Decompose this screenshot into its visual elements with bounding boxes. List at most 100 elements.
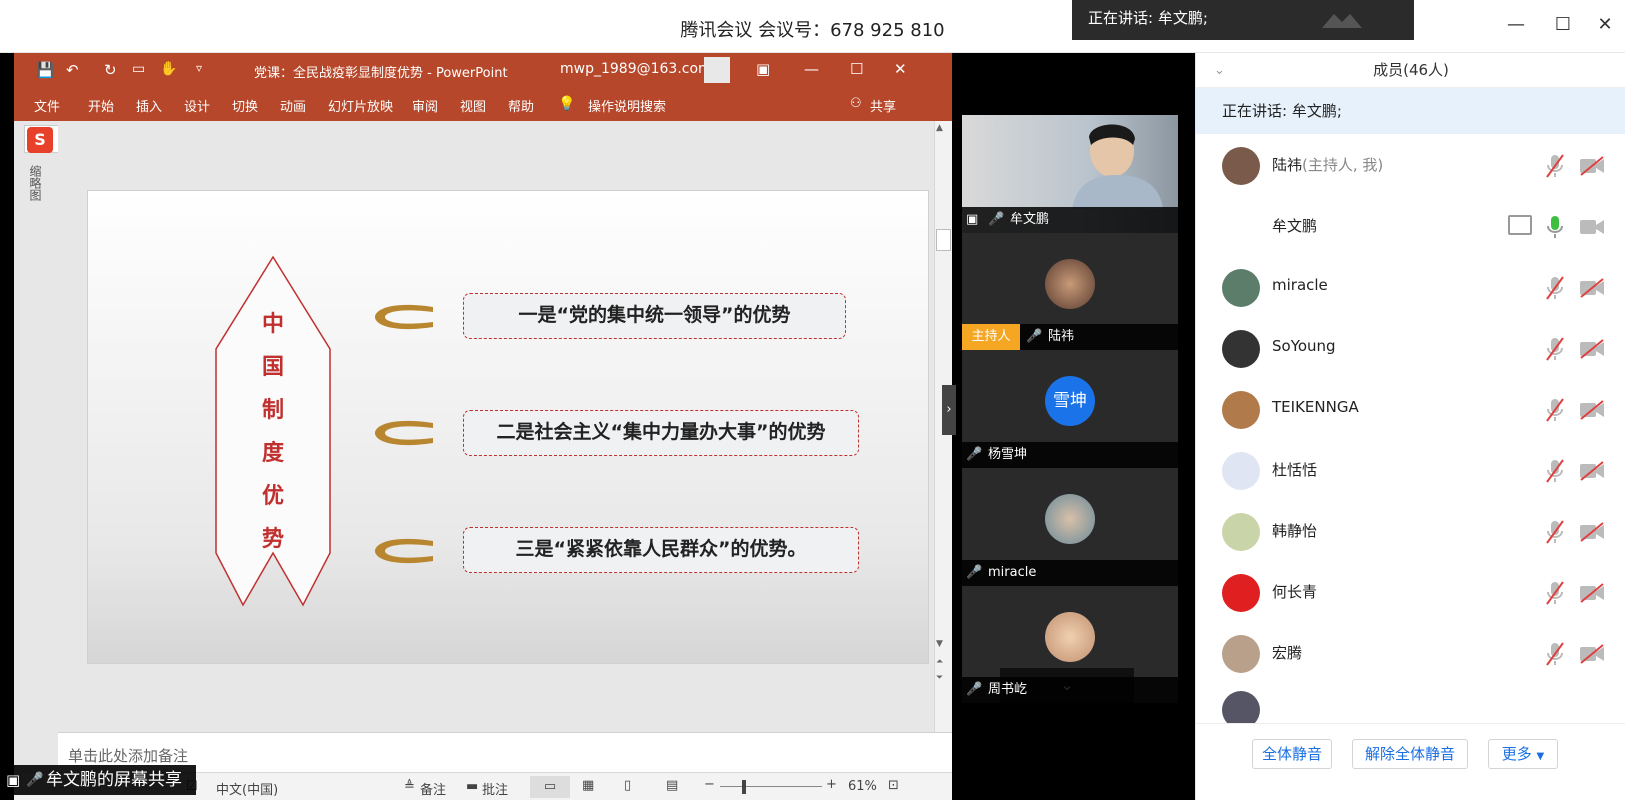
maximize-icon[interactable]: ☐	[1550, 14, 1576, 35]
banner-char: 度	[261, 441, 284, 466]
mic-on-icon[interactable]	[1546, 215, 1564, 239]
tab-file[interactable]: 文件	[34, 96, 60, 115]
scroll-up-icon[interactable]: ▲	[936, 123, 943, 133]
video-tile[interactable]: ⌄ 🎤 周书屹	[962, 586, 1178, 703]
mic-muted-icon[interactable]	[1546, 459, 1564, 483]
tab-home[interactable]: 开始	[88, 96, 114, 115]
mic-muted-icon[interactable]	[1546, 642, 1564, 666]
member-row[interactable]: miracle	[1196, 256, 1625, 319]
slideshow-view-icon[interactable]: ▤	[666, 778, 678, 793]
redo-icon[interactable]: ↻	[104, 61, 117, 79]
slideshow-icon[interactable]: ▭	[132, 61, 145, 77]
member-row[interactable]: 牟文鹏	[1196, 195, 1625, 258]
camera-off-icon[interactable]	[1579, 156, 1605, 176]
tab-insert[interactable]: 插入	[136, 96, 162, 115]
tab-slideshow[interactable]: 幻灯片放映	[328, 96, 393, 115]
member-row[interactable]: 韩静怡	[1196, 500, 1625, 563]
video-tile-host[interactable]: 主持人 🎤 陆祎	[962, 233, 1178, 350]
close-icon[interactable]: ✕	[1592, 14, 1618, 35]
member-name-wrap: 宏腾	[1272, 642, 1302, 663]
camera-off-icon[interactable]	[1579, 400, 1605, 420]
share-icon[interactable]: ⚇	[850, 96, 862, 111]
save-icon[interactable]: 💾	[36, 61, 55, 79]
mic-muted-icon: 🎤	[966, 565, 983, 580]
notes-button[interactable]: 备注	[420, 779, 446, 798]
ribbon-display-icon[interactable]: ▣	[756, 60, 770, 78]
scroll-thumb[interactable]	[936, 229, 951, 251]
tell-me-search[interactable]: 操作说明搜索	[588, 96, 666, 115]
camera-off-icon[interactable]	[1579, 278, 1605, 298]
collapse-panel-icon[interactable]: ⌄	[1214, 53, 1225, 88]
touch-mode-icon[interactable]: ✋	[160, 61, 177, 77]
thumbnail-pane[interactable]: 缩略图	[14, 121, 58, 732]
prev-slide-icon[interactable]: ⏶	[936, 657, 943, 667]
member-row[interactable]: 陆祎(主持人, 我)	[1196, 134, 1625, 197]
zoom-in-icon[interactable]: +	[826, 777, 837, 792]
zoom-slider-thumb[interactable]	[742, 780, 746, 794]
scroll-down-icon[interactable]: ▼	[936, 639, 943, 649]
camera-off-icon[interactable]	[1579, 339, 1605, 359]
mute-all-button[interactable]: 全体静音	[1252, 739, 1332, 769]
camera-off-icon[interactable]	[1579, 522, 1605, 542]
tab-design[interactable]: 设计	[184, 96, 210, 115]
minimize-icon[interactable]: —	[1503, 14, 1529, 35]
mic-muted-icon[interactable]	[1546, 154, 1564, 178]
comments-icon[interactable]: ▬	[466, 779, 478, 794]
tab-review[interactable]: 审阅	[412, 96, 438, 115]
unmute-all-button[interactable]: 解除全体静音	[1352, 739, 1468, 769]
video-label: 🎤 周书屹	[962, 677, 1178, 703]
ppt-minimize-icon[interactable]: —	[804, 60, 819, 78]
screen-share-icon[interactable]	[1508, 215, 1532, 235]
video-tile-speaker[interactable]: ▣ 🎤 牟文鹏	[962, 115, 1178, 233]
member-row[interactable]: TEIKENNGA	[1196, 378, 1625, 441]
zoom-slider[interactable]	[720, 786, 822, 787]
account-email[interactable]: mwp_1989@163.com	[560, 61, 712, 77]
tab-view[interactable]: 视图	[460, 96, 486, 115]
language-indicator[interactable]: 中文(中国)	[216, 779, 278, 798]
share-button[interactable]: 共享	[870, 96, 896, 115]
zoom-out-icon[interactable]: −	[704, 777, 715, 792]
slide-sorter-icon[interactable]: ▦	[582, 778, 594, 793]
mic-muted-icon[interactable]	[1546, 520, 1564, 544]
member-row[interactable]: SoYoung	[1196, 317, 1625, 380]
mic-muted-icon[interactable]	[1546, 398, 1564, 422]
ppt-maximize-icon[interactable]: ☐	[850, 60, 863, 78]
undo-icon[interactable]: ↶	[66, 61, 79, 79]
mic-muted-icon[interactable]	[1546, 276, 1564, 300]
ppt-close-icon[interactable]: ✕	[894, 60, 907, 78]
next-slide-icon[interactable]: ⏷	[936, 673, 943, 683]
member-row[interactable]: 何长青	[1196, 561, 1625, 624]
banner-char: 制	[261, 398, 284, 423]
lightbulb-icon: 💡	[558, 96, 576, 112]
camera-off-icon[interactable]	[1579, 217, 1605, 237]
user-avatar[interactable]	[704, 57, 730, 83]
fit-to-window-icon[interactable]: ⊡	[888, 778, 899, 793]
notes-icon[interactable]: ≜	[404, 779, 415, 794]
camera-off-icon[interactable]	[1579, 583, 1605, 603]
mic-muted-icon[interactable]	[1546, 337, 1564, 361]
customize-toolbar-icon[interactable]: ▿	[196, 61, 202, 75]
member-row[interactable]: 宏腾	[1196, 622, 1625, 685]
more-button[interactable]: 更多 ▼	[1488, 739, 1558, 769]
tab-transitions[interactable]: 切换	[232, 96, 258, 115]
comments-button[interactable]: 批注	[482, 779, 508, 798]
video-tile[interactable]: 🎤 miracle	[962, 468, 1178, 586]
screen-share-badge[interactable]: ▣ 🎤 牟文鹏的屏幕共享	[0, 765, 196, 795]
tab-help[interactable]: 帮助	[508, 96, 534, 115]
slide-canvas[interactable]: 中 国 制 度 优 势 一是“党的集中统一领导”的优势 二是社会主义“集中力量办…	[87, 190, 929, 664]
tab-animations[interactable]: 动画	[280, 96, 306, 115]
video-tile[interactable]: 雪坤 🎤 杨雪坤	[962, 350, 1178, 468]
point-box-2[interactable]: 二是社会主义“集中力量办大事”的优势	[463, 410, 859, 456]
banner-text: 中 国 制 度 优 势	[246, 303, 300, 561]
member-row[interactable]: 杜恬恬	[1196, 439, 1625, 502]
mic-muted-icon[interactable]	[1546, 581, 1564, 605]
camera-off-icon[interactable]	[1579, 461, 1605, 481]
point-box-1[interactable]: 一是“党的集中统一领导”的优势	[463, 293, 846, 339]
point-box-3[interactable]: 三是“紧紧依靠人民群众”的优势。	[463, 527, 859, 573]
collapse-videos-icon[interactable]: ›	[942, 385, 956, 435]
zoom-level[interactable]: 61%	[848, 779, 877, 794]
camera-off-icon[interactable]	[1579, 644, 1605, 664]
reading-view-icon[interactable]: ▯	[624, 778, 631, 793]
normal-view-icon[interactable]: ▭	[530, 776, 570, 798]
sogou-logo-icon[interactable]: S	[27, 127, 53, 153]
